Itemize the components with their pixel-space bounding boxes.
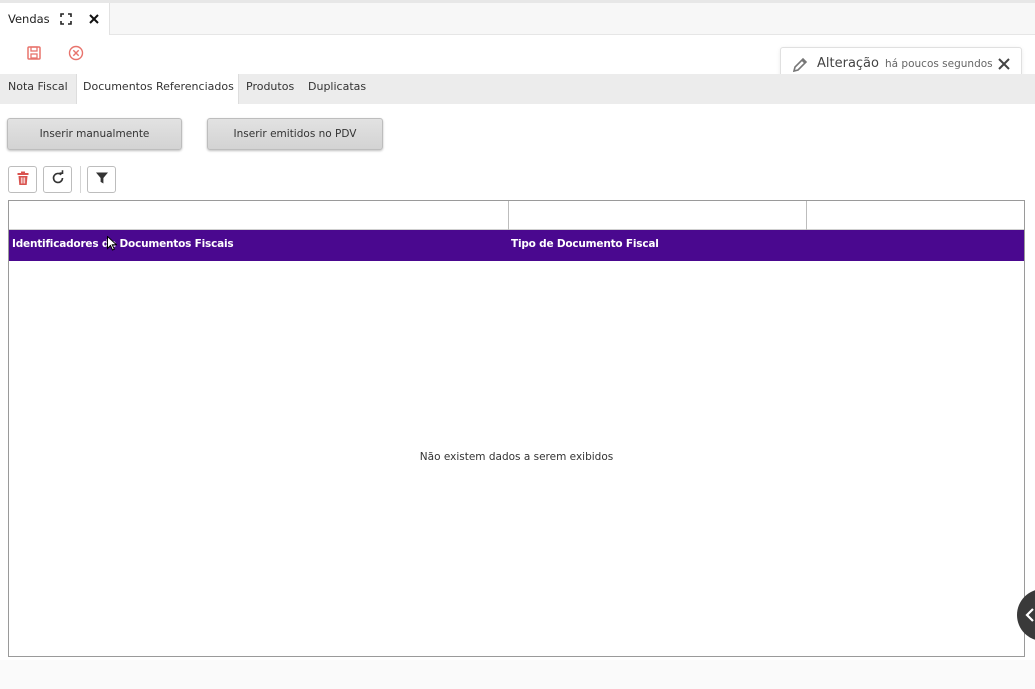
filter-input-tipo[interactable] [509,201,807,230]
filter-icon [95,171,109,188]
refresh-icon [50,170,66,189]
column-header-identificadores[interactable]: Identificadores de Documentos Fiscais [12,238,234,250]
section-tab-bar: Nota Fiscal Documentos Referenciados Pro… [0,74,1035,104]
notification-title: Alteração [817,56,879,71]
chevron-left-icon [1025,608,1034,622]
mouse-cursor-icon [107,235,118,251]
insert-pdv-button[interactable]: Inserir emitidos no PDV [207,118,383,150]
filter-button[interactable] [87,166,116,193]
toolbar-separator [80,166,81,193]
refresh-button[interactable] [43,166,72,193]
documents-grid: Identificadores de Documentos Fiscais Ti… [8,200,1025,657]
close-tab-icon[interactable] [87,12,101,26]
tab-produtos[interactable]: Produtos [246,74,294,104]
tab-nota-fiscal[interactable]: Nota Fiscal [8,74,68,104]
tab-bar-background [110,3,1035,35]
expand-icon[interactable] [59,12,73,26]
grid-header-row: Identificadores de Documentos Fiscais Ti… [9,230,1024,261]
insert-manual-button[interactable]: Inserir manualmente [7,118,182,150]
tab-vendas-title: Vendas [8,12,50,26]
notification-time: há poucos segundos [885,58,993,70]
close-notification-icon[interactable] [997,57,1011,71]
tab-documentos-referenciados[interactable]: Documentos Referenciados [76,74,239,104]
column-header-tipo[interactable]: Tipo de Documento Fiscal [511,238,659,250]
empty-grid-message: Não existem dados a serem exibidos [419,451,614,463]
delete-button[interactable] [8,166,37,193]
trash-icon [16,171,30,189]
tab-duplicatas[interactable]: Duplicatas [308,74,366,104]
footer-area [0,660,1035,689]
cancel-icon[interactable] [67,44,85,62]
grid-filter-row [9,201,1024,230]
pencil-icon [790,55,810,75]
tab-vendas[interactable]: Vendas [0,3,110,35]
filter-input-identificadores[interactable] [9,201,509,230]
save-icon[interactable] [25,44,43,62]
